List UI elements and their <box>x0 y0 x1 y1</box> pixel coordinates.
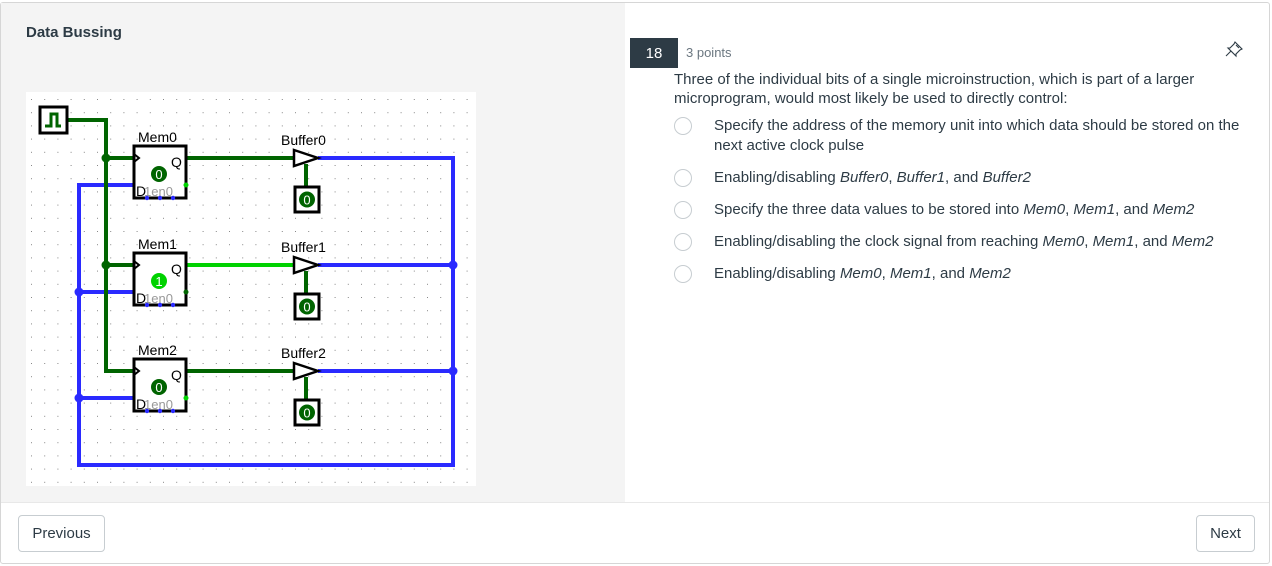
answer-option[interactable]: Enabling/disabling the clock signal from… <box>674 232 1254 252</box>
answer-option[interactable]: Enabling/disabling Buffer0, Buffer1, and… <box>674 168 1254 188</box>
answer-option-label: Enabling/disabling the clock signal from… <box>714 233 1214 250</box>
answer-option[interactable]: Specify the three data values to be stor… <box>674 200 1254 220</box>
memory-value: 1 <box>155 274 162 289</box>
radio-button[interactable] <box>674 201 692 219</box>
radio-button[interactable] <box>674 233 692 251</box>
buffer-label: Buffer2 <box>281 345 326 361</box>
memory-q-pin: Q <box>171 154 182 170</box>
footer-divider <box>1 502 1269 503</box>
memory-mem2[interactable]: Mem2Q0D1en0 <box>132 342 189 414</box>
buffer-enable-input[interactable]: 0 <box>293 292 321 321</box>
buffer-triangle <box>292 148 322 168</box>
answer-option-label: Enabling/disabling Buffer0, Buffer1, and… <box>714 169 1031 186</box>
radio-button[interactable] <box>674 169 692 187</box>
previous-button[interactable]: Previous <box>18 515 105 552</box>
answer-option-label: Enabling/disabling Mem0, Mem1, and Mem2 <box>714 265 1011 282</box>
answer-option-label: Specify the three data values to be stor… <box>714 201 1195 218</box>
stimulus-title: Data Bussing <box>26 24 122 41</box>
answer-option[interactable]: Specify the address of the memory unit i… <box>674 116 1254 156</box>
buffer-buffer0[interactable]: Buffer0 0 <box>281 132 326 214</box>
question-points: 3 points <box>686 45 732 60</box>
buffer-enable-value: 0 <box>303 300 310 315</box>
question-text: Three of the individual bits of a single… <box>674 71 1195 107</box>
buffer-triangle <box>292 361 322 381</box>
next-button[interactable]: Next <box>1196 515 1255 552</box>
memory-mem1[interactable]: Mem1Q1D1en0 <box>132 236 189 308</box>
circuit-svg: Mem0Q0D1en0Mem1Q1D1en0Mem2Q0D1en0 Buffer… <box>31 99 468 483</box>
bus-wire-main <box>77 156 455 467</box>
buffer-buffer2[interactable]: Buffer2 0 <box>281 345 326 427</box>
clock-source[interactable] <box>38 105 69 135</box>
radio-button[interactable] <box>674 117 692 135</box>
memory-value: 0 <box>155 167 162 182</box>
buffer-label: Buffer1 <box>281 239 326 255</box>
buffer-enable-value: 0 <box>303 193 310 208</box>
bus-junctions <box>74 260 458 403</box>
buffer-label: Buffer0 <box>281 132 326 148</box>
answer-option-label: Specify the address of the memory unit i… <box>714 117 1240 154</box>
memory-label: Mem1 <box>138 236 177 252</box>
circuit-diagram: Mem0 Q 0 D 1en0 Mem1 Q 1 D 1en0 Mem2 Q 0 D 1en0 Buffer… <box>26 92 476 486</box>
answer-options: Specify the address of the memory unit i… <box>674 116 1254 296</box>
question-number: 18 <box>630 38 678 68</box>
memory-label: Mem2 <box>138 342 177 358</box>
memory-q-pin: Q <box>171 261 182 277</box>
pin-icon <box>1225 41 1243 58</box>
radio-button[interactable] <box>674 265 692 283</box>
data-bus <box>77 156 455 467</box>
buffer-triangle <box>292 255 322 275</box>
buffer-enable-value: 0 <box>303 406 310 421</box>
buffer-enable-input[interactable]: 0 <box>293 398 321 427</box>
memory-value: 0 <box>155 380 162 395</box>
memory-label: Mem0 <box>138 129 177 145</box>
memory-mem0[interactable]: Mem0Q0D1en0 <box>132 129 189 201</box>
pin-question-button[interactable] <box>1224 40 1244 60</box>
answer-option[interactable]: Enabling/disabling Mem0, Mem1, and Mem2 <box>674 264 1254 284</box>
buffer-buffer1[interactable]: Buffer1 0 <box>281 239 326 321</box>
memory-q-pin: Q <box>171 367 182 383</box>
buffer-enable-input[interactable]: 0 <box>293 185 321 214</box>
